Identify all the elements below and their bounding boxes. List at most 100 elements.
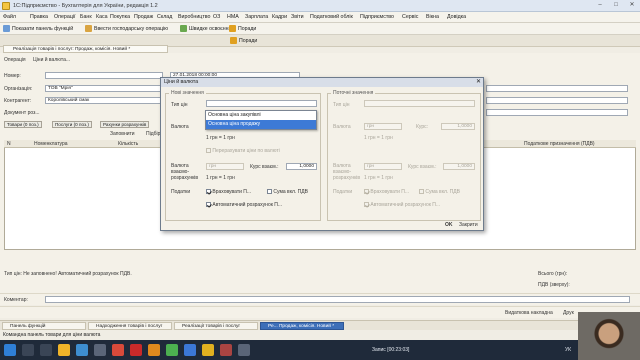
edge-icon[interactable] bbox=[76, 344, 88, 356]
right-field-1[interactable] bbox=[486, 85, 628, 92]
mutual-course-field[interactable]: 1,0000 bbox=[286, 163, 317, 170]
contragent-label: Контрагент: bbox=[4, 98, 32, 104]
incl-vat-row[interactable]: Сума вкл. ПДВ bbox=[267, 189, 308, 195]
webcam-overlay bbox=[578, 312, 640, 360]
app-icon-2[interactable] bbox=[112, 344, 124, 356]
dialog-close-icon[interactable]: ✕ bbox=[475, 79, 482, 86]
comment-field[interactable] bbox=[45, 296, 630, 303]
menu-bank[interactable]: Банк bbox=[80, 14, 92, 20]
consider-vat-row[interactable]: Враховувати П... bbox=[206, 189, 251, 195]
menu-production[interactable]: Виробництво bbox=[178, 14, 210, 20]
close-icon[interactable]: ✕ bbox=[624, 1, 640, 10]
invoice-button[interactable]: Видаткова накладна bbox=[505, 310, 553, 316]
consider-vat-checkbox[interactable] bbox=[206, 189, 211, 195]
right-field-2[interactable] bbox=[486, 97, 628, 104]
pick-button[interactable]: Підбір bbox=[146, 131, 160, 137]
menu-hr[interactable]: Кадри bbox=[272, 14, 287, 20]
price-type-option-sale[interactable]: Основна ціна продажу bbox=[206, 120, 316, 129]
prices-currency-dialog: Ціни й валюта ✕ Нові значення Тип цін Ва… bbox=[160, 77, 484, 231]
dialog-close-button[interactable]: Закрити bbox=[459, 222, 478, 228]
price-type-option-purchase[interactable]: Основна ціна закупівлі bbox=[206, 111, 316, 120]
menu-warehouse[interactable]: Склад bbox=[157, 14, 172, 20]
consider-vat-label: Враховувати П... bbox=[212, 189, 252, 195]
mutual-currency-field[interactable]: грн bbox=[206, 163, 244, 170]
footer-buttons: Видаткова накладна Друк bbox=[0, 306, 640, 318]
maximize-icon[interactable]: □ bbox=[608, 1, 624, 10]
search-icon[interactable] bbox=[22, 344, 34, 356]
contragent-field[interactable]: Королівський смак bbox=[45, 97, 163, 104]
current-mutual-course-field: 1,0000 bbox=[443, 163, 475, 170]
auto-vat-row[interactable]: Автоматичний розрахунок П... bbox=[206, 202, 282, 208]
menu-reports[interactable]: Звіти bbox=[291, 14, 304, 20]
show-panel-button[interactable]: Показати панель функцій bbox=[3, 25, 73, 32]
opera-icon[interactable] bbox=[130, 344, 142, 356]
current-values-title: Поточні значення bbox=[331, 90, 376, 96]
auto-vat-checkbox[interactable] bbox=[206, 202, 211, 208]
window-tab-functions[interactable]: Панель функцій bbox=[2, 322, 86, 330]
quick-access-icon bbox=[180, 25, 187, 32]
panel-icon bbox=[3, 25, 10, 32]
firefox-icon[interactable] bbox=[148, 344, 160, 356]
menu-tax[interactable]: Податковий облік bbox=[310, 14, 353, 20]
quick-access-button[interactable]: Швидке освоєння bbox=[180, 25, 231, 32]
tab-accounts[interactable]: Рахунки розрахунків bbox=[100, 121, 150, 128]
show-panel-label: Показати панель функцій bbox=[12, 25, 74, 32]
start-icon[interactable] bbox=[4, 344, 16, 356]
menu-operations[interactable]: Операції bbox=[54, 14, 76, 20]
current-auto-vat-label: Автоматичний розрахунок П... bbox=[370, 202, 441, 208]
ok-button[interactable]: OK bbox=[445, 222, 453, 228]
menu-purchase[interactable]: Покупка bbox=[110, 14, 130, 20]
current-consider-vat-label: Враховувати П... bbox=[370, 189, 410, 195]
app-icon-1[interactable] bbox=[94, 344, 106, 356]
menu-file[interactable]: Файл bbox=[3, 14, 16, 20]
incl-vat-checkbox[interactable] bbox=[267, 189, 272, 195]
operation-menu[interactable]: Операція bbox=[4, 57, 26, 63]
mutual-currency-label: Валюта взаємо-розрахунків bbox=[171, 163, 199, 181]
prices-currency-button[interactable]: Ціни й валюта... bbox=[33, 57, 70, 63]
organization-field[interactable]: ТОВ "Мрія" bbox=[45, 85, 163, 92]
document-window-tab[interactable]: Реалізація товарів і послуг: Продаж, ком… bbox=[3, 45, 168, 53]
enter-operation-button[interactable]: Ввести господарську операцію bbox=[85, 25, 168, 32]
price-type-dropdown[interactable]: Основна ціна закупівлі Основна ціна прод… bbox=[205, 110, 317, 130]
right-field-3[interactable] bbox=[486, 109, 628, 116]
menu-edit[interactable]: Правка bbox=[30, 14, 48, 20]
window-tab-sales[interactable]: Реалізації товарів і послуг bbox=[174, 322, 258, 330]
quick-access-label: Швидке освоєння bbox=[189, 25, 232, 32]
app-icon-5[interactable] bbox=[220, 344, 232, 356]
window-tab-receipts[interactable]: Надходження товарів і послуг bbox=[88, 322, 172, 330]
tips-secondary-button[interactable]: Поради bbox=[230, 37, 257, 44]
app-icon-4[interactable] bbox=[184, 344, 196, 356]
recalc-checkbox[interactable] bbox=[206, 148, 211, 154]
tab-goods[interactable]: Товари (0 поз.) bbox=[4, 121, 42, 128]
explorer-icon[interactable] bbox=[58, 344, 70, 356]
onec-taskbar-icon[interactable] bbox=[202, 344, 214, 356]
app-titlebar: 1С:Підприємство - Бухгалтерія для Україн… bbox=[0, 0, 640, 12]
recalc-checkbox-row[interactable]: Перерахувати ціни по валюті bbox=[206, 148, 280, 154]
minimize-icon[interactable]: – bbox=[592, 1, 608, 10]
app-icon-6[interactable] bbox=[238, 344, 250, 356]
window-tab-current-doc[interactable]: Ре... Продаж, комісія. Новий * bbox=[260, 322, 344, 330]
app-icon-3[interactable] bbox=[166, 344, 178, 356]
lightbulb-icon bbox=[229, 25, 236, 32]
menu-help[interactable]: Довідка bbox=[447, 14, 466, 20]
language-indicator[interactable]: УК bbox=[565, 347, 571, 353]
menu-service[interactable]: Сервіс bbox=[402, 14, 418, 20]
menu-sale[interactable]: Продаж bbox=[134, 14, 153, 20]
lightbulb-icon bbox=[230, 37, 237, 44]
fill-button[interactable]: Заповнити bbox=[110, 131, 135, 137]
menu-windows[interactable]: Вікна bbox=[426, 14, 439, 20]
tab-services[interactable]: Послуги (0 поз.) bbox=[52, 121, 92, 128]
current-mutual-currency-field: грн bbox=[364, 163, 402, 170]
menu-salary[interactable]: Зарплата bbox=[245, 14, 268, 20]
menu-intangibles[interactable]: НМА bbox=[227, 14, 239, 20]
tips-button[interactable]: Поради bbox=[229, 25, 256, 32]
print-button[interactable]: Друк bbox=[563, 310, 574, 316]
number-field[interactable] bbox=[45, 72, 163, 79]
price-type-field[interactable] bbox=[206, 100, 317, 107]
menu-cash[interactable]: Каса bbox=[96, 14, 108, 20]
incl-vat-label: Сума вкл. ПДВ bbox=[273, 189, 308, 195]
menu-enterprise[interactable]: Підприємство bbox=[360, 14, 394, 20]
task-view-icon[interactable] bbox=[40, 344, 52, 356]
operation-icon bbox=[85, 25, 92, 32]
menu-fixed-assets[interactable]: ОЗ bbox=[213, 14, 220, 20]
